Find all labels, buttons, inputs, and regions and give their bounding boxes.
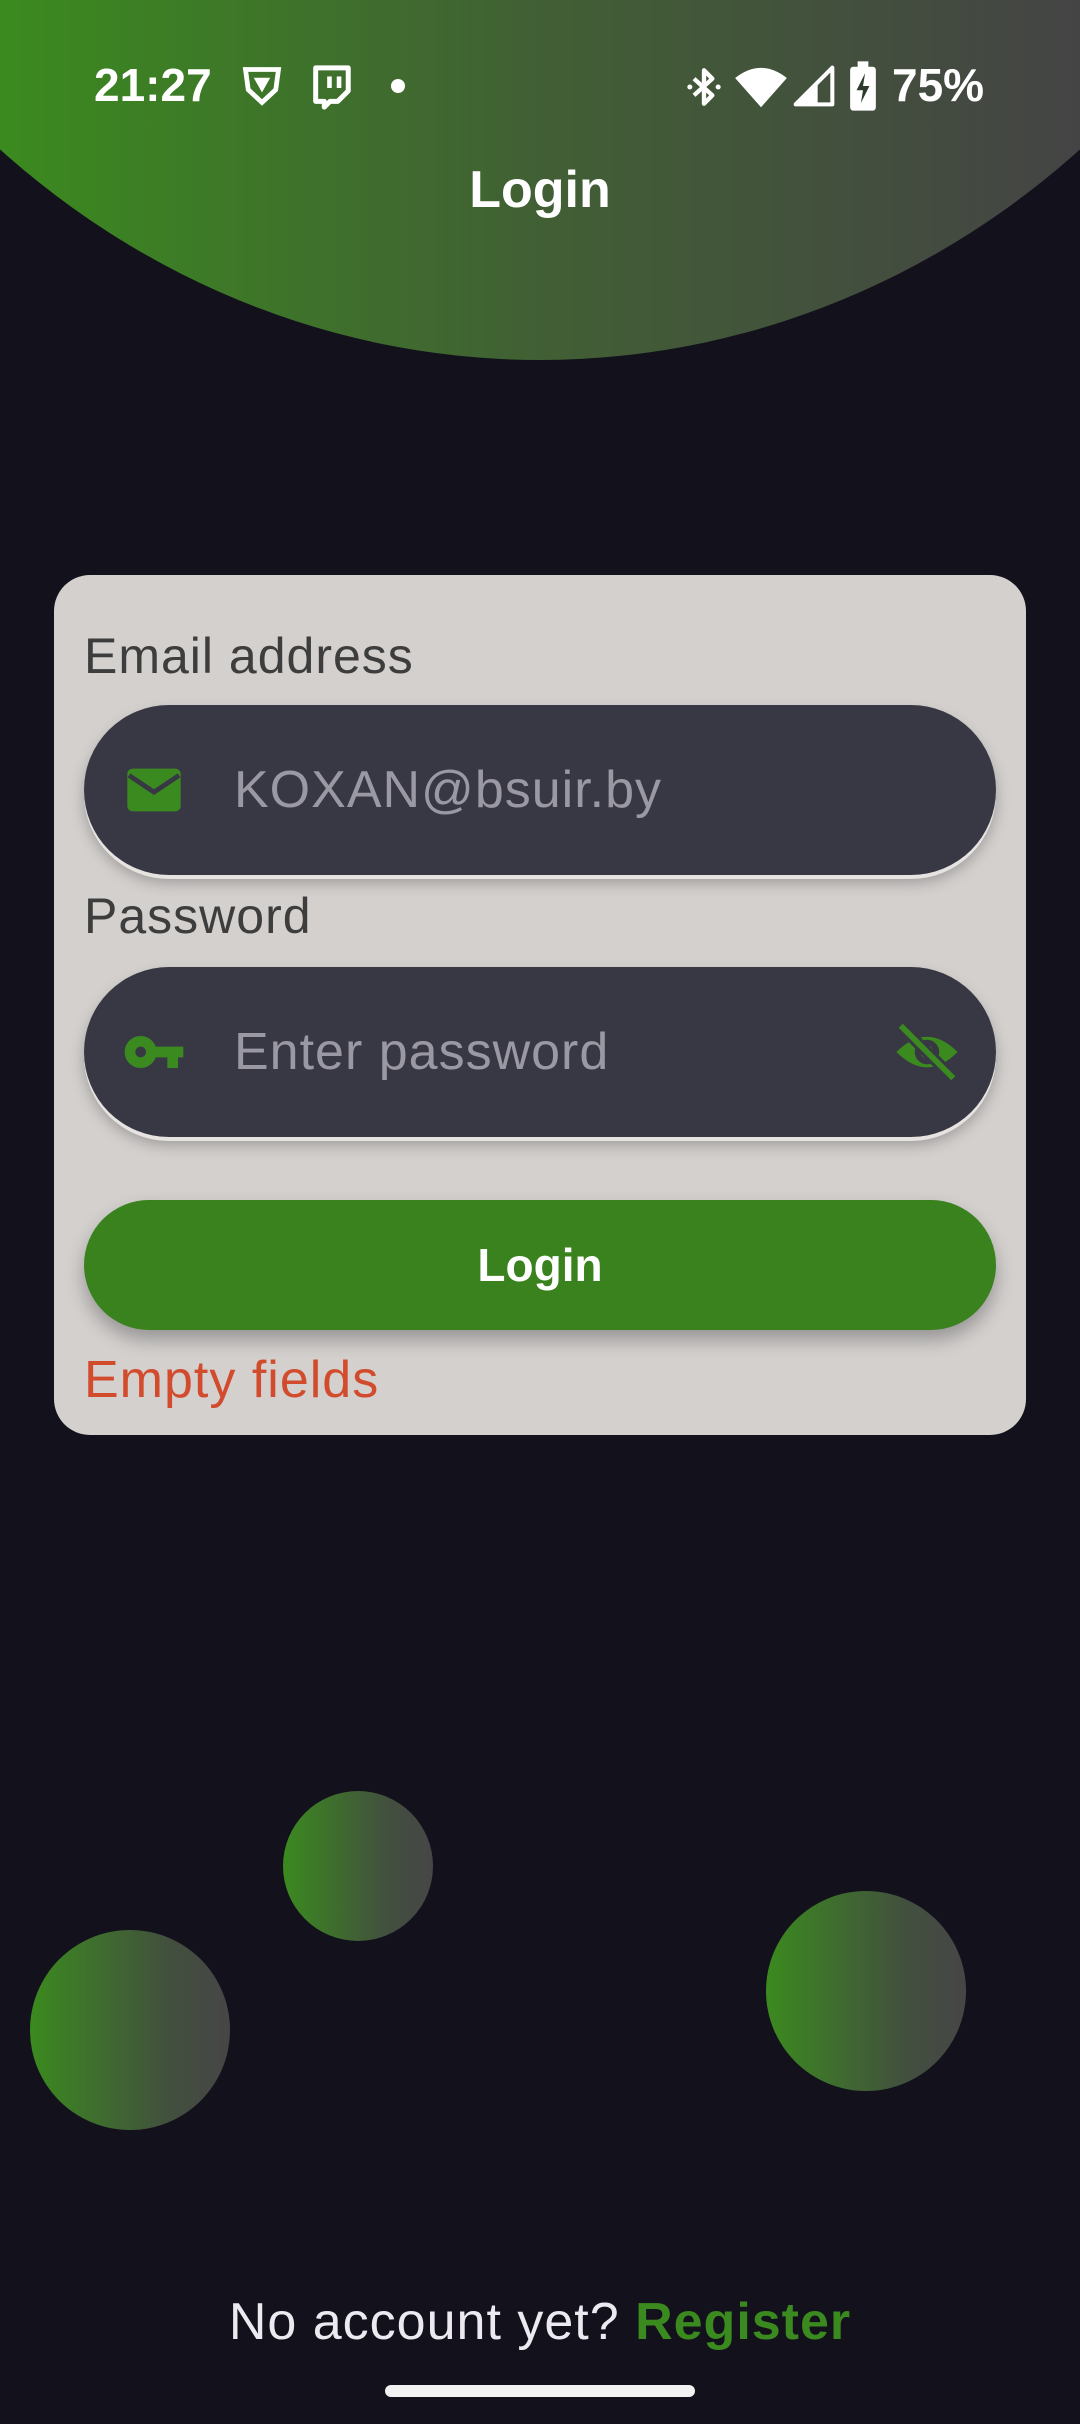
no-account-text: No account yet? (228, 2293, 620, 2351)
battery-percentage: 75% (892, 59, 985, 111)
login-screen: 21:27 75% Login Email address KOXAN@bsui… (0, 0, 1080, 2424)
status-time: 21:27 (94, 59, 212, 111)
visibility-off-icon[interactable] (892, 1017, 962, 1087)
wifi-icon (735, 67, 787, 108)
page-title: Login (469, 161, 611, 219)
battery-charging-icon (850, 61, 876, 111)
vpn-shield-icon (242, 67, 282, 106)
password-field[interactable] (84, 967, 996, 1137)
decorative-circle-small (283, 1791, 433, 1941)
error-message: Empty fields (84, 1351, 380, 1409)
login-button[interactable]: Login (84, 1200, 996, 1330)
password-input[interactable] (234, 1007, 834, 1097)
email-field[interactable] (84, 705, 996, 875)
register-link[interactable]: Register (635, 2293, 851, 2351)
notification-dot-icon (391, 79, 405, 93)
email-icon (127, 768, 181, 812)
status-bar: 21:27 75% (0, 0, 1080, 170)
password-label: Password (84, 888, 312, 944)
key-icon (124, 1036, 184, 1068)
decorative-circle-left (30, 1930, 230, 2130)
cell-signal-icon (793, 65, 835, 107)
bluetooth-icon (687, 68, 721, 106)
twitch-icon (313, 65, 351, 110)
login-card: Email address Password Login Empty (54, 575, 1026, 1435)
email-input[interactable] (234, 745, 834, 835)
home-indicator[interactable] (385, 2385, 695, 2397)
register-prompt: No account yet? Register (0, 2292, 1080, 2352)
email-label: Email address (84, 628, 414, 684)
decorative-circle-right (766, 1891, 966, 2091)
